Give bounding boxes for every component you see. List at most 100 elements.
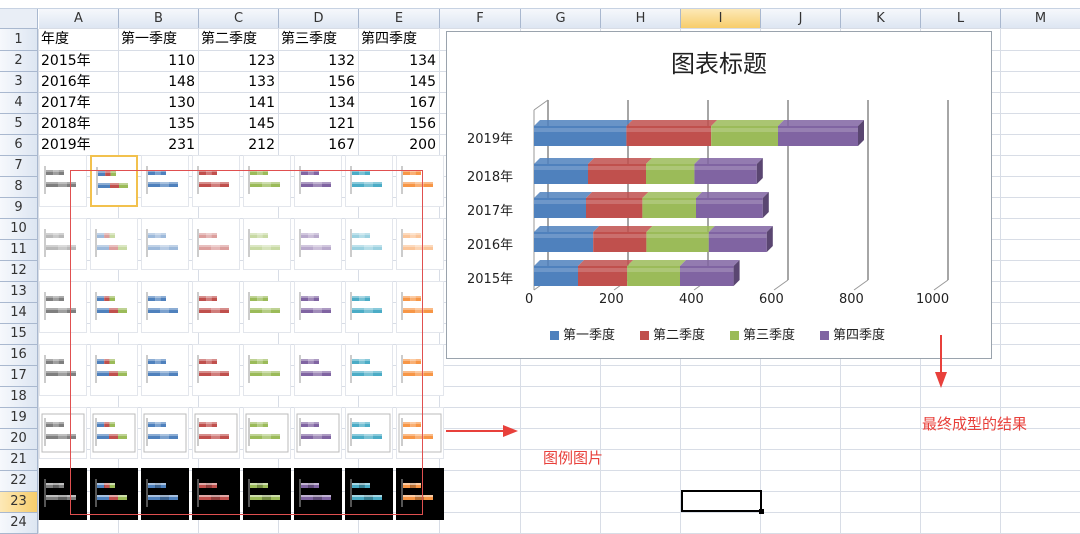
row-header-4[interactable]: 4 bbox=[0, 93, 38, 114]
bar-top-第二季度-2018年 bbox=[588, 158, 652, 164]
column-header-B[interactable]: B bbox=[119, 9, 199, 29]
legend-item[interactable]: 第四季度 bbox=[820, 324, 885, 343]
x-tick-label: 0 bbox=[525, 292, 534, 307]
data-cell-E3[interactable]: 145 bbox=[361, 72, 436, 92]
gallery-outline bbox=[70, 170, 423, 515]
column-header-I[interactable]: I bbox=[681, 9, 761, 29]
x-tick-label: 200 bbox=[599, 292, 624, 307]
data-cell-A4[interactable]: 2017年 bbox=[41, 93, 115, 113]
row-header-9[interactable]: 9 bbox=[0, 198, 38, 219]
stacked-bar-chart[interactable]: 图表标题 2015年 2016年 2017年 2018年 2019年 0 200 400 60… bbox=[446, 31, 992, 359]
bar-top-第三季度-2015年 bbox=[627, 260, 686, 266]
data-cell-D4[interactable]: 134 bbox=[281, 93, 355, 113]
final-result-label: 最终成型的结果 bbox=[922, 415, 1028, 433]
row-header-23[interactable]: 23 bbox=[0, 492, 38, 513]
row-header-17[interactable]: 17 bbox=[0, 366, 38, 387]
x-tick-label: 400 bbox=[679, 292, 704, 307]
header-cell-C[interactable]: 第二季度 bbox=[201, 29, 275, 49]
column-header-L[interactable]: L bbox=[921, 9, 1001, 29]
data-cell-D3[interactable]: 156 bbox=[281, 72, 355, 92]
data-cell-E2[interactable]: 134 bbox=[361, 51, 436, 71]
bar-top-第一季度-2017年 bbox=[534, 192, 592, 198]
data-cell-D5[interactable]: 121 bbox=[281, 114, 355, 134]
row-header-19[interactable]: 19 bbox=[0, 408, 38, 429]
column-header-C[interactable]: C bbox=[199, 9, 279, 29]
data-cell-B5[interactable]: 135 bbox=[121, 114, 195, 134]
row-header-2[interactable]: 2 bbox=[0, 51, 38, 72]
data-cell-D6[interactable]: 167 bbox=[281, 135, 355, 155]
row-header-14[interactable]: 14 bbox=[0, 303, 38, 324]
bar-top-第四季度-2018年 bbox=[694, 158, 763, 164]
row-header-3[interactable]: 3 bbox=[0, 72, 38, 93]
data-cell-B4[interactable]: 130 bbox=[121, 93, 195, 113]
bar-top-第一季度-2019年 bbox=[534, 120, 633, 126]
column-header-K[interactable]: K bbox=[841, 9, 921, 29]
row-header-21[interactable]: 21 bbox=[0, 450, 38, 471]
select-all-corner[interactable] bbox=[0, 9, 38, 29]
header-cell-B[interactable]: 第一季度 bbox=[121, 29, 195, 49]
column-header-D[interactable]: D bbox=[279, 9, 359, 29]
row-header-20[interactable]: 20 bbox=[0, 429, 38, 450]
data-cell-C3[interactable]: 133 bbox=[201, 72, 275, 92]
column-header-F[interactable]: F bbox=[440, 9, 521, 29]
column-header-A[interactable]: A bbox=[39, 9, 119, 29]
gridline-foot bbox=[853, 279, 869, 291]
column-header-M[interactable]: M bbox=[1001, 9, 1080, 29]
row-header-6[interactable]: 6 bbox=[0, 135, 38, 156]
data-cell-A6[interactable]: 2019年 bbox=[41, 135, 115, 155]
bar-shine bbox=[778, 128, 858, 132]
row-header-22[interactable]: 22 bbox=[0, 471, 38, 492]
column-header-G[interactable]: G bbox=[521, 9, 601, 29]
active-cell-I23[interactable] bbox=[681, 490, 764, 514]
header-cell-E[interactable]: 第四季度 bbox=[361, 29, 436, 49]
row-header-11[interactable]: 11 bbox=[0, 240, 38, 261]
legend-item[interactable]: 第三季度 bbox=[730, 324, 795, 343]
bar-shine bbox=[680, 268, 734, 272]
row-header-7[interactable]: 7 bbox=[0, 156, 38, 177]
data-cell-E4[interactable]: 167 bbox=[361, 93, 436, 113]
bar-shine bbox=[694, 166, 757, 170]
bar-shine bbox=[534, 268, 578, 272]
data-cell-B2[interactable]: 110 bbox=[121, 51, 195, 71]
legend-swatch bbox=[820, 331, 829, 340]
row-header-18[interactable]: 18 bbox=[0, 387, 38, 408]
bar-top-第一季度-2018年 bbox=[534, 158, 594, 164]
data-cell-A5[interactable]: 2018年 bbox=[41, 114, 115, 134]
header-cell-A[interactable]: 年度 bbox=[41, 29, 115, 49]
fill-handle[interactable] bbox=[759, 509, 764, 514]
bar-top-第一季度-2016年 bbox=[534, 226, 600, 232]
legend-item[interactable]: 第二季度 bbox=[640, 324, 705, 343]
row-header-5[interactable]: 5 bbox=[0, 114, 38, 135]
data-cell-C5[interactable]: 145 bbox=[201, 114, 275, 134]
data-cell-B6[interactable]: 231 bbox=[121, 135, 195, 155]
row-header-12[interactable]: 12 bbox=[0, 261, 38, 282]
bar-shine bbox=[696, 200, 763, 204]
data-cell-E5[interactable]: 156 bbox=[361, 114, 436, 134]
data-cell-C6[interactable]: 212 bbox=[201, 135, 275, 155]
row-header-15[interactable]: 15 bbox=[0, 324, 38, 345]
y-tick-label: 2019年 bbox=[467, 132, 514, 147]
header-cell-D[interactable]: 第三季度 bbox=[281, 29, 355, 49]
column-header-H[interactable]: H bbox=[601, 9, 681, 29]
data-cell-C4[interactable]: 141 bbox=[201, 93, 275, 113]
column-header-J[interactable]: J bbox=[761, 9, 841, 29]
data-cell-A3[interactable]: 2016年 bbox=[41, 72, 115, 92]
row-header-24[interactable]: 24 bbox=[0, 513, 38, 534]
y-tick-label: 2018年 bbox=[467, 170, 514, 185]
data-cell-E6[interactable]: 200 bbox=[361, 135, 436, 155]
row-header-8[interactable]: 8 bbox=[0, 177, 38, 198]
bar-shine bbox=[626, 128, 712, 132]
bar-top-第四季度-2016年 bbox=[708, 226, 773, 232]
data-cell-D2[interactable]: 132 bbox=[281, 51, 355, 71]
column-header-E[interactable]: E bbox=[359, 9, 440, 29]
data-cell-A2[interactable]: 2015年 bbox=[41, 51, 115, 71]
bar-shine bbox=[646, 166, 695, 170]
data-cell-B3[interactable]: 148 bbox=[121, 72, 195, 92]
row-header-10[interactable]: 10 bbox=[0, 219, 38, 240]
row-header-1[interactable]: 1 bbox=[0, 29, 38, 51]
x-tick-label: 800 bbox=[839, 292, 864, 307]
data-cell-C2[interactable]: 123 bbox=[201, 51, 275, 71]
row-header-16[interactable]: 16 bbox=[0, 345, 38, 366]
row-header-13[interactable]: 13 bbox=[0, 282, 38, 303]
legend-item[interactable]: 第一季度 bbox=[550, 324, 615, 343]
